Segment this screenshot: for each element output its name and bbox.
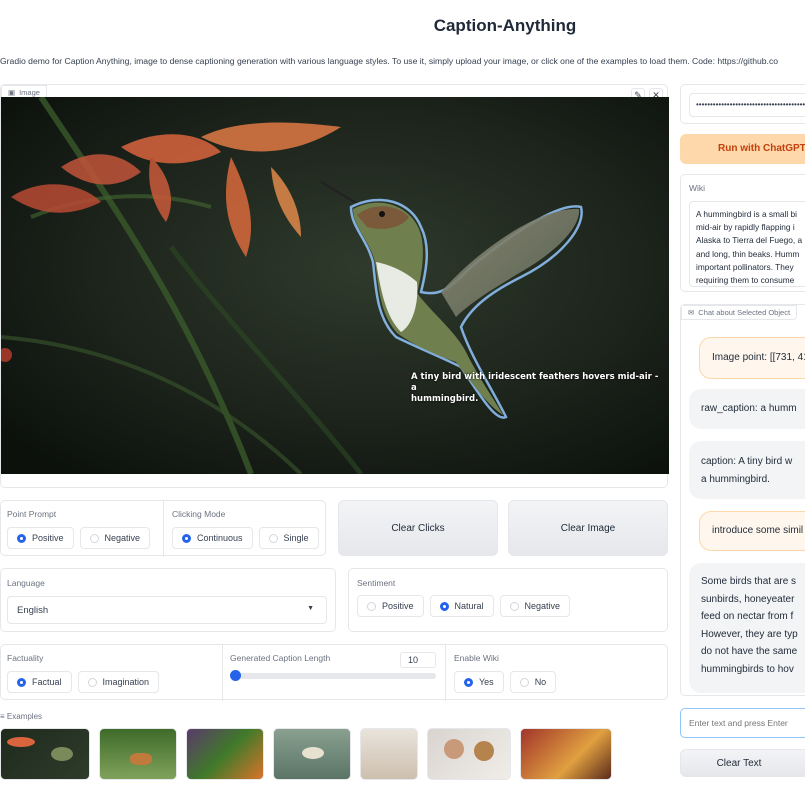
chat-message-bot: caption: A tiny bird w a hummingbird. bbox=[689, 441, 805, 499]
radio-icon bbox=[464, 677, 473, 687]
radio-icon bbox=[87, 677, 97, 687]
language-label: Language bbox=[7, 578, 45, 588]
wiki-line: mid-air by rapidly flapping i bbox=[696, 222, 795, 233]
language-select[interactable]: English ▼ bbox=[7, 596, 327, 624]
chatbot-panel: ✉ Chat about Selected Object Image point… bbox=[680, 304, 805, 696]
point-prompt-positive[interactable]: Positive bbox=[7, 527, 74, 549]
wiki-panel: Wiki A hummingbird is a small bi mid-air… bbox=[680, 174, 805, 292]
example-vegetables[interactable] bbox=[186, 728, 264, 780]
list-icon: ≡ bbox=[0, 712, 5, 721]
point-prompt-negative[interactable]: Negative bbox=[79, 527, 151, 549]
chat-label: ✉ Chat about Selected Object bbox=[681, 305, 798, 320]
wiki-line: Alaska to Tierra del Fuego, a bbox=[696, 235, 803, 246]
image-label-icon: ▣ bbox=[8, 88, 16, 97]
clicking-mode-single[interactable]: Single bbox=[258, 527, 319, 549]
image-caption: A tiny bird with iridescent feathers hov… bbox=[411, 372, 659, 404]
chat-message-bot: raw_caption: a humm bbox=[689, 389, 805, 429]
caption-length-input[interactable]: 10 bbox=[400, 652, 436, 668]
factuality-factual[interactable]: Factual bbox=[7, 671, 72, 693]
hummingbird-image[interactable] bbox=[1, 97, 669, 474]
language-group: Language English ▼ bbox=[0, 568, 336, 632]
point-prompt-label: Point Prompt bbox=[7, 509, 57, 519]
point-prompt-group: Point Prompt Positive Negative Clicking … bbox=[0, 500, 326, 557]
api-key-panel: ••••••••••••••••••••••••••••••••••••••••… bbox=[680, 84, 805, 124]
example-duck-water[interactable] bbox=[273, 728, 351, 780]
wiki-textbox[interactable]: A hummingbird is a small bi mid-air by r… bbox=[689, 201, 805, 287]
clear-clicks-button[interactable]: Clear Clicks bbox=[338, 500, 498, 556]
radio-icon bbox=[17, 533, 26, 543]
wiki-label: Wiki bbox=[689, 183, 706, 193]
wiki-line: and long, thin beaks. Humm bbox=[696, 248, 800, 259]
sentiment-natural[interactable]: Natural bbox=[429, 595, 494, 617]
enable-wiki-label: Enable Wiki bbox=[454, 653, 499, 663]
clicking-mode-label: Clicking Mode bbox=[172, 509, 226, 519]
dropdown-caret-icon: ▼ bbox=[307, 605, 314, 612]
radio-icon bbox=[17, 677, 26, 687]
sentiment-positive[interactable]: Positive bbox=[357, 595, 424, 617]
clear-text-button[interactable]: Clear Text bbox=[680, 749, 805, 777]
caption-length-slider[interactable] bbox=[230, 670, 436, 681]
wiki-line: important pollinators. They bbox=[696, 261, 794, 272]
chat-icon: ✉ bbox=[688, 308, 695, 317]
factuality-label: Factuality bbox=[7, 653, 44, 663]
radio-icon bbox=[367, 601, 376, 611]
chat-message-bot: Some birds that are s sunbirds, honeyeat… bbox=[689, 563, 805, 693]
radio-icon bbox=[519, 677, 529, 687]
radio-icon bbox=[268, 533, 278, 543]
example-hummingbird[interactable] bbox=[0, 728, 90, 780]
page-description: Gradio demo for Caption Anything, image … bbox=[0, 56, 779, 66]
slider-thumb[interactable] bbox=[230, 670, 241, 681]
caption-length-label: Generated Caption Length bbox=[230, 653, 331, 663]
enable-wiki-no[interactable]: No bbox=[509, 671, 557, 693]
examples-label: ≡ Examples bbox=[0, 712, 43, 721]
wiki-line: A hummingbird is a small bi bbox=[696, 209, 797, 219]
options-row: Factuality Factual Imagination Generated… bbox=[0, 644, 668, 701]
example-market[interactable] bbox=[520, 728, 612, 780]
enable-wiki-yes[interactable]: Yes bbox=[454, 671, 504, 693]
run-chatgpt-button[interactable]: Run with ChatGPT bbox=[680, 134, 805, 164]
sentiment-negative[interactable]: Negative bbox=[499, 595, 571, 617]
clicking-mode-continuous[interactable]: Continuous bbox=[172, 527, 253, 549]
example-room[interactable] bbox=[360, 728, 418, 780]
clear-image-button[interactable]: Clear Image bbox=[508, 500, 668, 556]
sentiment-label: Sentiment bbox=[357, 578, 396, 588]
chat-message-user: introduce some simil bbox=[699, 511, 805, 551]
chat-input[interactable] bbox=[680, 708, 805, 738]
image-panel[interactable]: ▣ Image ✎ ✕ A tiny bird with iridescent … bbox=[0, 84, 669, 488]
api-key-input[interactable]: ••••••••••••••••••••••••••••••••••••••••… bbox=[689, 93, 805, 117]
factuality-imagination[interactable]: Imagination bbox=[77, 671, 160, 693]
sentiment-group: Sentiment Positive Natural Negative bbox=[348, 568, 668, 632]
radio-icon bbox=[89, 533, 99, 543]
example-people-dog[interactable] bbox=[427, 728, 511, 780]
radio-icon bbox=[509, 601, 519, 611]
radio-icon bbox=[182, 533, 191, 543]
chat-message-user: Image point: [[731, 41 bbox=[699, 337, 805, 379]
page-title: Caption-Anything bbox=[433, 16, 577, 35]
example-dog-field[interactable] bbox=[99, 728, 177, 780]
radio-icon bbox=[439, 601, 449, 611]
wiki-line: requiring them to consume bbox=[696, 275, 795, 286]
